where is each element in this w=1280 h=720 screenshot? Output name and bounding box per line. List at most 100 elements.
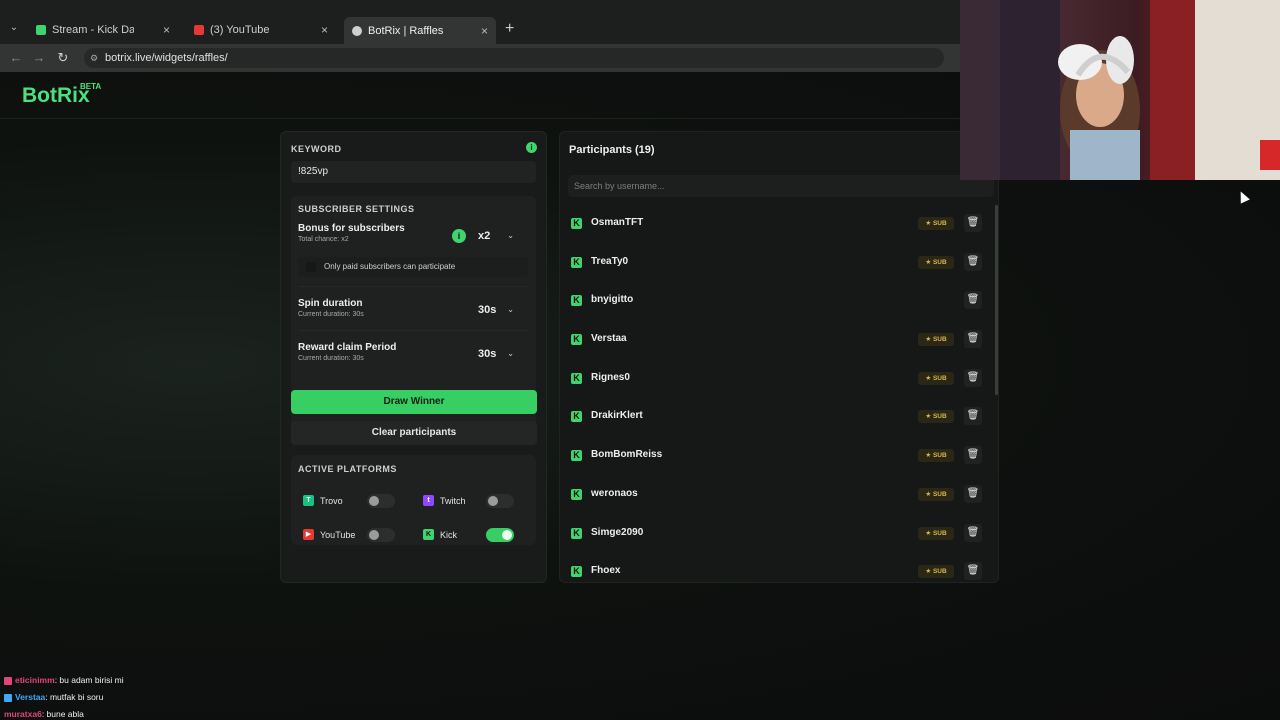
clear-participants-button[interactable]: Clear participants	[291, 421, 537, 445]
draw-winner-button[interactable]: Draw Winner	[291, 390, 537, 414]
list-item: K TreaTy0 ★ SUB 🗑	[566, 244, 990, 283]
new-tab-button[interactable]: +	[505, 21, 514, 37]
participants-title: Participants (19)	[569, 144, 655, 156]
participant-search-input[interactable]	[568, 175, 994, 197]
reward-period-select[interactable]: 30s ⌄	[474, 344, 518, 364]
participant-name: Verstaa	[591, 333, 627, 345]
header-divider	[0, 118, 960, 119]
paid-only-checkbox-row[interactable]: Only paid subscribers can participate	[298, 257, 528, 277]
participant-list: K OsmanTFT ★ SUB 🗑 K TreaTy0 ★ SUB 🗑 K b…	[566, 205, 990, 582]
site-info-icon[interactable]: ⚙	[90, 53, 100, 63]
list-item: K Simge2090 ★ SUB 🗑	[566, 515, 990, 554]
participant-list-scrollbar[interactable]	[995, 205, 998, 395]
participant-name: DrakirKlert	[591, 410, 643, 422]
tab-close-icon[interactable]: ×	[481, 24, 488, 38]
reward-period-value: 30s	[478, 348, 497, 360]
chat-overlay: eticinimm: bu adam birisi mi Verstaa: mu…	[4, 672, 304, 720]
participant-name: BomBomReiss	[591, 449, 663, 461]
kick-icon: K	[571, 488, 582, 500]
participant-name: bnyigitto	[591, 294, 634, 306]
subscriber-settings-title: SUBSCRIBER SETTINGS	[298, 204, 415, 214]
kick-icon: K	[571, 334, 582, 346]
webcam-streamer-image	[960, 0, 1280, 180]
bonus-multiplier-select[interactable]: x2 ⌄	[474, 226, 518, 246]
raffle-settings-panel: KEYWORD i !825vp SUBSCRIBER SETTINGS Bon…	[280, 131, 547, 583]
kick-icon: K	[571, 218, 582, 229]
url-text: botrix.live/widgets/raffles/	[105, 52, 228, 64]
reload-icon[interactable]: ↻	[55, 50, 71, 66]
url-field[interactable]: ⚙ botrix.live/widgets/raffles/	[84, 48, 944, 68]
delete-participant-button[interactable]: 🗑	[964, 291, 982, 310]
keyword-input[interactable]: !825vp	[291, 161, 536, 183]
delete-participant-button[interactable]: 🗑	[964, 214, 982, 232]
kick-favicon-icon	[36, 25, 46, 35]
trovo-toggle[interactable]	[367, 494, 395, 508]
list-item: K Verstaa ★ SUB 🗑	[566, 321, 990, 360]
twitch-toggle[interactable]	[486, 494, 514, 508]
reward-period-subtitle: Current duration: 30s	[298, 355, 364, 362]
chevron-down-icon: ⌄	[507, 349, 514, 358]
spin-duration-value: 30s	[478, 304, 497, 316]
kick-icon: K	[571, 411, 582, 423]
list-item: K weronaos ★ SUB 🗑	[566, 476, 990, 515]
browser-tab-bar: ⌄ Stream - Kick Dashboard × (3) YouTube …	[0, 0, 960, 44]
keyword-info-icon[interactable]: i	[526, 142, 537, 153]
keyword-label: KEYWORD	[291, 144, 342, 154]
kick-icon: K	[571, 566, 582, 578]
platform-label: Trovo	[320, 496, 343, 506]
twitch-icon: t	[423, 495, 434, 506]
spin-duration-title: Spin duration	[298, 298, 363, 309]
participant-name: TreaTy0	[591, 255, 629, 267]
chat-username: eticinimm	[15, 675, 55, 685]
chat-badge-icon	[4, 676, 12, 685]
forward-arrow-icon[interactable]: →	[31, 50, 47, 66]
delete-participant-button[interactable]: 🗑	[964, 523, 982, 542]
list-item: K bnyigitto 🗑	[566, 282, 990, 321]
list-item: K DrakirKlert ★ SUB 🗑	[566, 398, 990, 437]
participant-name: Fhoex	[591, 565, 621, 577]
tab-close-icon[interactable]: ×	[163, 23, 170, 37]
delete-participant-button[interactable]: 🗑	[964, 368, 982, 387]
spin-duration-subtitle: Current duration: 30s	[298, 311, 364, 318]
chat-badge-icon	[4, 693, 12, 702]
spin-duration-select[interactable]: 30s ⌄	[474, 300, 518, 320]
tab-label: (3) YouTube	[210, 24, 270, 36]
list-item: K Rignes0 ★ SUB 🗑	[566, 360, 990, 399]
participants-panel: Participants (19) K OsmanTFT ★ SUB 🗑 K T…	[559, 131, 999, 583]
botrix-favicon-icon	[352, 25, 362, 36]
tab-botrix-raffles[interactable]: BotRix | Raffles ×	[344, 17, 496, 44]
chat-text: : bu adam birisi mi	[54, 675, 124, 685]
chat-message: eticinimm: bu adam birisi mi	[4, 672, 304, 689]
list-item: K OsmanTFT ★ SUB 🗑	[566, 205, 990, 244]
kick-toggle[interactable]	[486, 528, 514, 542]
paid-only-checkbox[interactable]	[306, 262, 316, 272]
delete-participant-button[interactable]: 🗑	[964, 446, 982, 465]
participant-name: Simge2090	[591, 526, 644, 538]
sub-badge: ★ SUB	[918, 565, 954, 579]
tab-search-dropdown-icon[interactable]: ⌄	[6, 20, 22, 36]
bonus-subtitle: Total chance: x2	[298, 236, 349, 243]
delete-participant-button[interactable]: 🗑	[964, 252, 982, 271]
chat-username: muratxa6	[4, 709, 42, 719]
delete-participant-button[interactable]: 🗑	[964, 407, 982, 426]
delete-participant-button[interactable]: 🗑	[964, 562, 982, 581]
delete-participant-button[interactable]: 🗑	[964, 330, 982, 349]
delete-participant-button[interactable]: 🗑	[964, 484, 982, 503]
paid-only-label: Only paid subscribers can participate	[324, 262, 456, 271]
chevron-down-icon: ⌄	[507, 305, 514, 314]
bonus-info-icon[interactable]: i	[452, 229, 466, 243]
back-arrow-icon[interactable]: ←	[8, 50, 24, 66]
platform-label: Twitch	[440, 496, 466, 506]
youtube-toggle[interactable]	[367, 528, 395, 542]
sub-badge: ★ SUB	[918, 333, 954, 347]
sub-badge: ★ SUB	[918, 449, 954, 463]
tab-youtube[interactable]: (3) YouTube ×	[186, 18, 336, 42]
chevron-down-icon: ⌄	[507, 231, 514, 240]
kick-icon: K	[571, 256, 582, 268]
trovo-icon: T	[303, 495, 314, 506]
tab-kick-dashboard[interactable]: Stream - Kick Dashboard ×	[28, 18, 178, 42]
sub-badge: ★ SUB	[918, 526, 954, 540]
bonus-title: Bonus for subscribers	[298, 223, 405, 234]
tab-close-icon[interactable]: ×	[321, 23, 328, 37]
webcam-overlay	[960, 0, 1280, 180]
